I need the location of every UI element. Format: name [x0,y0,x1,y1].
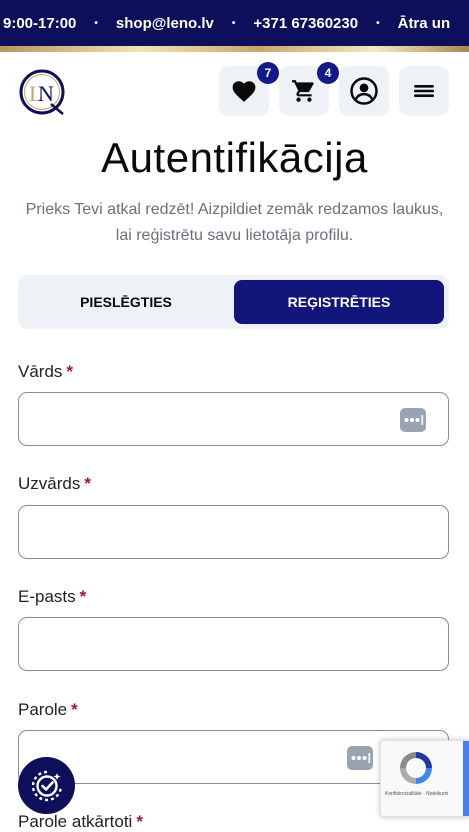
contact-phone-link[interactable]: +371 67360230 [253,15,358,32]
contact-email-link[interactable]: shop@leno.lv [116,15,214,32]
tab-register[interactable]: REĢISTRĒTIES [234,280,444,324]
wishlist-count-badge: 7 [257,62,279,84]
page-title: Autentifikācija [101,134,368,181]
cart-count-badge: 4 [317,62,339,84]
heart-icon [232,81,256,102]
user-icon [350,77,378,105]
cart-button[interactable]: 4 [279,62,339,116]
last-name-field[interactable] [18,505,449,559]
site-logo[interactable]: L N [18,68,66,116]
separator: • [231,17,236,29]
menu-button[interactable] [399,66,449,116]
password-label: Parole * [18,700,78,719]
first-name-label: Vārds * [18,362,74,381]
recaptcha-privacy-text[interactable]: Konfidencialitāte - Noteikumi [385,791,448,797]
accessibility-icon [31,770,62,801]
separator: • [376,17,380,29]
accessibility-button[interactable] [18,757,75,814]
recaptcha-badge[interactable]: Konfidencialitāte - Noteikumi [380,740,469,817]
delivery-info: Ātra un [397,14,451,32]
password-manager-icon[interactable] [347,746,373,770]
tab-login[interactable]: PIESLĒGTIES [23,280,229,324]
password-repeat-label: Parole atkārtoti * [18,812,143,831]
auth-tabs: PIESLĒGTIES REĢISTRĒTIES [18,275,449,329]
password-manager-icon[interactable] [400,408,426,432]
cart-icon [292,80,314,102]
announcement-bar: 9:00-17:00 • shop@leno.lv • +371 6736023… [0,0,469,46]
recaptcha-icon [400,752,432,784]
email-label: E-pasts * [18,587,87,606]
opening-hours: 9:00-17:00 [3,14,77,32]
account-button[interactable] [339,66,389,116]
page-subtitle: Prieks Tevi atkal redzēt! Aizpildiet zem… [25,201,444,244]
svg-text:N: N [38,81,54,106]
email-field[interactable] [18,617,449,671]
first-name-field[interactable] [18,392,449,446]
recaptcha-edge [463,741,469,816]
wishlist-button[interactable]: 7 [219,62,279,116]
separator: • [94,17,98,29]
last-name-label: Uzvārds * [18,474,91,493]
hamburger-menu-icon [414,85,434,97]
site-header: L N 7 4 [0,52,469,128]
